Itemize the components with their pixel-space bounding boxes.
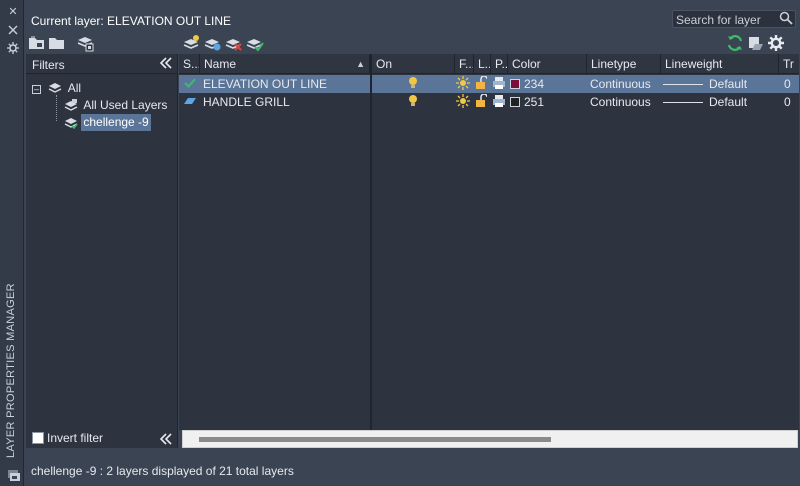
table-row[interactable]: ELEVATION OUT LINE 234 Continuous Defaul…	[179, 75, 799, 93]
properties-icon[interactable]	[7, 42, 19, 54]
lineweight-value: Default	[709, 95, 748, 109]
layer-grid: S... Name ▲ On F... L... P... Color Line…	[179, 54, 799, 430]
tree-guide-line	[56, 95, 57, 121]
column-header-transparency[interactable]: Tr	[779, 54, 799, 74]
filters-pane: Filters – All All Used Layers chellenge …	[26, 54, 178, 430]
layer-transparency[interactable]: 0	[784, 93, 799, 111]
gear-icon[interactable]	[767, 34, 785, 52]
column-header-color[interactable]: Color	[508, 54, 587, 74]
search-icon[interactable]	[779, 11, 793, 25]
horizontal-scrollbar[interactable]	[182, 430, 798, 448]
layer-name[interactable]: ELEVATION OUT LINE	[203, 75, 371, 93]
filters-title: Filters	[32, 58, 65, 72]
layer-manager-icon	[7, 468, 20, 481]
current-check-icon	[184, 75, 198, 93]
column-header-lock[interactable]: L...	[474, 54, 491, 74]
column-header-plot[interactable]: P...	[491, 54, 508, 74]
filter-tree-item-all-used-layers[interactable]: All Used Layers	[64, 97, 169, 114]
color-swatch	[510, 79, 520, 89]
current-layer-label: Current layer: ELEVATION OUT LINE	[31, 14, 232, 28]
refresh-icon[interactable]	[726, 34, 744, 52]
column-header-linetype[interactable]: Linetype	[587, 54, 661, 74]
bulb-on-icon[interactable]	[407, 93, 421, 111]
column-header-on[interactable]: On	[372, 54, 455, 74]
filters-footer: Invert filter	[26, 430, 178, 448]
sun-thawed-icon[interactable]	[456, 75, 472, 93]
scrollbar-thumb[interactable]	[199, 437, 551, 442]
filter-tree-label: chellenge -9	[81, 114, 151, 131]
invert-filter-checkbox[interactable]	[32, 432, 44, 444]
filters-header: Filters	[26, 54, 177, 74]
layer-lineweight[interactable]: Default	[663, 93, 777, 111]
auto-hide-icon[interactable]	[7, 24, 19, 36]
invert-filter-label: Invert filter	[47, 431, 104, 445]
color-value: 251	[524, 95, 545, 109]
palette-title: LAYER PROPERTIES MANAGER	[5, 283, 17, 458]
layer-name[interactable]: HANDLE GRILL	[203, 93, 371, 111]
layer-lineweight[interactable]: Default	[663, 75, 777, 93]
layer-color[interactable]: 234	[510, 75, 586, 93]
search-input[interactable]	[672, 10, 796, 28]
lineweight-sample	[663, 84, 703, 85]
status-text: chellenge -9 : 2 layers displayed of 21 …	[31, 464, 294, 478]
layer-settings-icon[interactable]	[747, 34, 765, 52]
sun-thawed-icon[interactable]	[456, 93, 472, 111]
column-header-label: Name	[204, 57, 237, 71]
layer-color[interactable]: 251	[510, 93, 586, 111]
pane-splitter[interactable]	[370, 54, 372, 430]
sort-up-icon: ▲	[356, 59, 365, 69]
layer-icon	[184, 93, 198, 111]
table-row[interactable]: HANDLE GRILL 251 Continuous Default 0	[179, 93, 799, 111]
layer-linetype[interactable]: Continuous	[590, 75, 660, 93]
layer-linetype[interactable]: Continuous	[590, 93, 660, 111]
color-value: 234	[524, 77, 545, 91]
filter-tree-item-all[interactable]: – All	[32, 80, 83, 97]
set-current-icon[interactable]	[246, 34, 264, 52]
collapse-filters-icon[interactable]	[159, 433, 172, 445]
layer-transparency[interactable]: 0	[784, 75, 799, 93]
new-property-filter-icon[interactable]	[28, 34, 46, 52]
column-header-name[interactable]: Name ▲	[200, 54, 370, 74]
unlocked-icon[interactable]	[475, 93, 489, 111]
filter-tree-label: All	[67, 81, 82, 95]
column-header-freeze[interactable]: F...	[455, 54, 474, 74]
new-group-filter-icon[interactable]	[48, 34, 66, 52]
lineweight-sample	[663, 102, 703, 103]
unlocked-icon[interactable]	[475, 75, 489, 93]
filter-tree-item-chellenge-9[interactable]: chellenge -9	[64, 114, 151, 131]
lineweight-value: Default	[709, 77, 748, 91]
collapse-toggle-icon[interactable]: –	[32, 85, 41, 94]
layer-states-manager-icon[interactable]	[76, 34, 94, 52]
printer-icon[interactable]	[492, 93, 507, 111]
filter-tree-label: All Used Layers	[83, 98, 168, 112]
close-icon[interactable]: ✕	[7, 6, 19, 18]
new-layer-icon[interactable]	[183, 34, 201, 52]
collapse-filters-icon[interactable]	[159, 57, 172, 69]
palette-title-strip: ✕ LAYER PROPERTIES MANAGER	[0, 0, 24, 486]
color-swatch	[510, 97, 520, 107]
new-layer-vp-frozen-icon[interactable]	[204, 34, 222, 52]
column-header-status[interactable]: S...	[179, 54, 200, 74]
printer-icon[interactable]	[492, 75, 507, 93]
column-header-lineweight[interactable]: Lineweight	[661, 54, 779, 74]
delete-layer-icon[interactable]	[225, 34, 243, 52]
bulb-on-icon[interactable]	[407, 75, 421, 93]
group-filter-icon	[64, 115, 78, 134]
